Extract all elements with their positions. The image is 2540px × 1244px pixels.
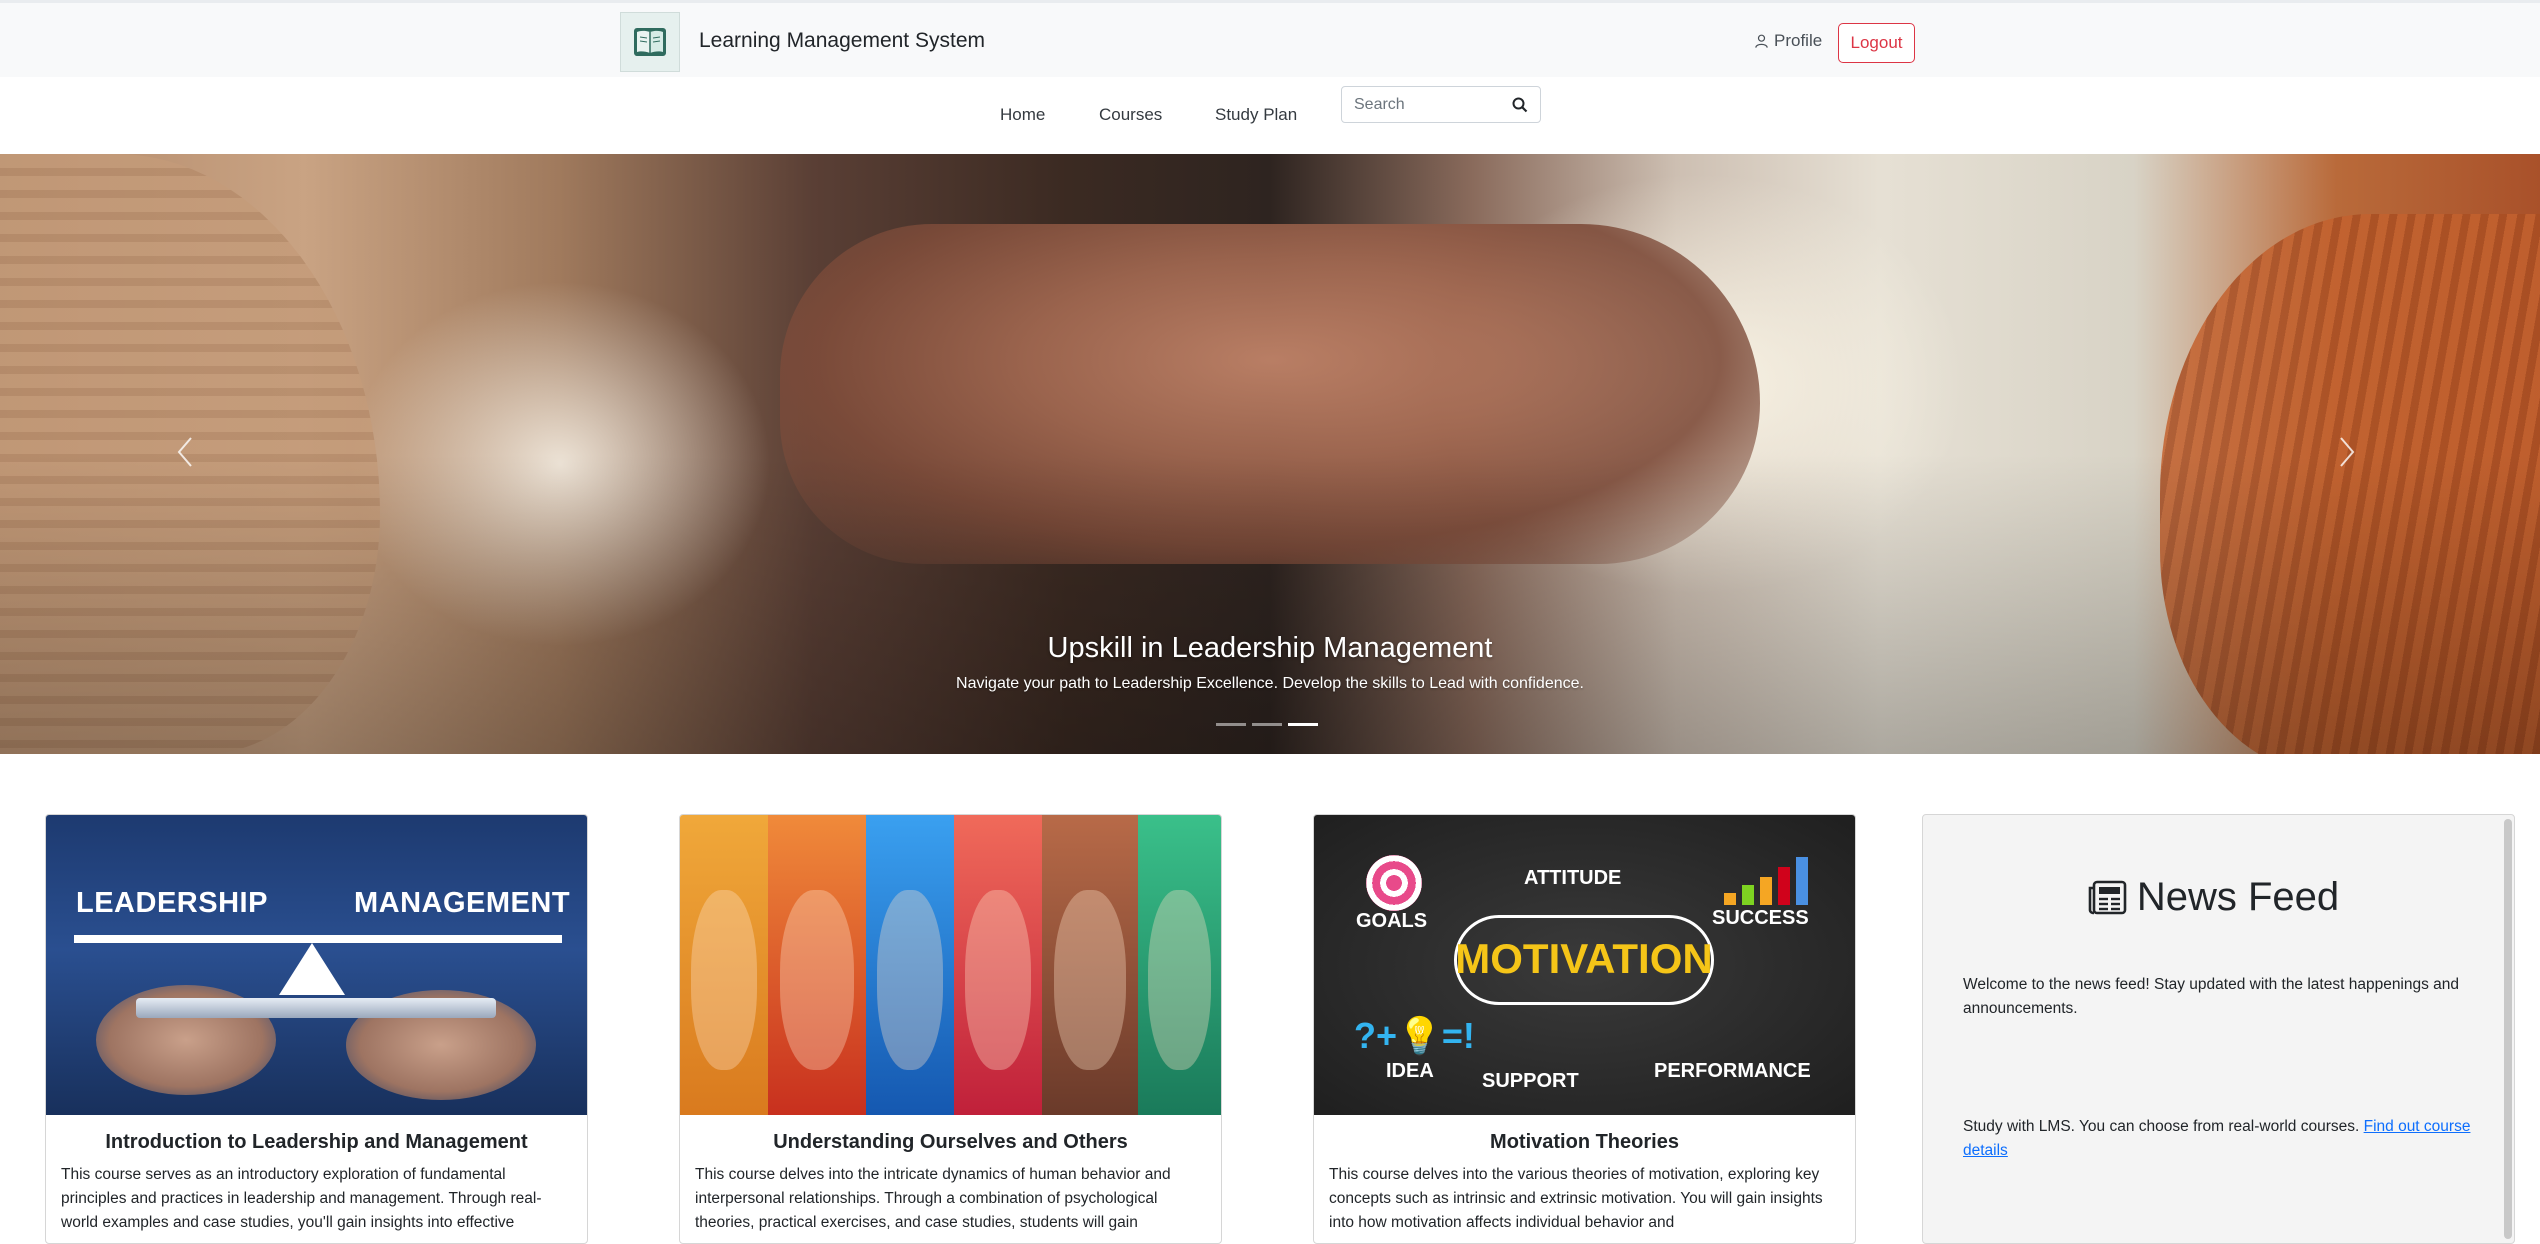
carousel-indicator-1[interactable] bbox=[1216, 723, 1246, 726]
course-image-leadership: LEADERSHIP MANAGEMENT bbox=[46, 815, 587, 1115]
logout-button[interactable]: Logout bbox=[1838, 23, 1915, 63]
hero-title: Upskill in Leadership Management bbox=[1047, 632, 1493, 664]
search-box bbox=[1341, 86, 1541, 123]
image-word-attitude: ATTITUDE bbox=[1524, 867, 1622, 889]
book-logo-icon[interactable] bbox=[620, 12, 680, 72]
course-image-faces bbox=[680, 815, 1221, 1115]
image-word-performance: PERFORMANCE bbox=[1654, 1060, 1811, 1082]
course-title[interactable]: Understanding Ourselves and Others bbox=[680, 1131, 1221, 1154]
search-icon[interactable] bbox=[1502, 87, 1538, 122]
image-word-support: SUPPORT bbox=[1482, 1070, 1579, 1092]
person-icon bbox=[1755, 34, 1768, 48]
app-title: Learning Management System bbox=[699, 29, 985, 52]
carousel-prev-icon[interactable] bbox=[165, 422, 205, 482]
hero-subtitle: Navigate your path to Leadership Excelle… bbox=[956, 675, 1584, 692]
image-word-leadership: LEADERSHIP bbox=[76, 887, 268, 919]
top-bar: Learning Management System Profile Logou… bbox=[0, 0, 2540, 77]
image-word-success: SUCCESS bbox=[1712, 907, 1809, 929]
hero-carousel: Upskill in Leadership Management Navigat… bbox=[0, 154, 2540, 754]
news-feed-heading: News Feed bbox=[1923, 875, 2503, 920]
chart-icon bbox=[1714, 855, 1814, 905]
image-word-goals: GOALS bbox=[1356, 910, 1428, 932]
image-word-management: MANAGEMENT bbox=[354, 887, 571, 919]
target-icon bbox=[1366, 855, 1422, 911]
course-title[interactable]: Introduction to Leadership and Managemen… bbox=[46, 1131, 587, 1154]
carousel-next-icon[interactable] bbox=[2327, 422, 2367, 482]
course-image-motivation: ?+💡=! MOTIVATION GOALS ATTITUDE SUCCESS … bbox=[1314, 815, 1855, 1115]
nav-item-courses[interactable]: Courses bbox=[1099, 97, 1162, 133]
course-card-understanding[interactable]: Understanding Ourselves and Others This … bbox=[679, 814, 1222, 1244]
course-card-leadership[interactable]: LEADERSHIP MANAGEMENT Introduction to Le… bbox=[45, 814, 588, 1244]
course-description: This course delves into the intricate dy… bbox=[695, 1166, 1171, 1231]
image-word-motivation: MOTIVATION bbox=[1455, 935, 1713, 982]
newspaper-icon bbox=[2088, 880, 2127, 914]
carousel-indicators bbox=[1216, 723, 1318, 726]
course-description: This course delves into the various theo… bbox=[1329, 1166, 1823, 1231]
course-description: This course serves as an introductory ex… bbox=[61, 1166, 542, 1231]
image-word-idea: IDEA bbox=[1386, 1060, 1434, 1082]
search-input[interactable] bbox=[1342, 95, 1502, 114]
carousel-indicator-2[interactable] bbox=[1252, 723, 1282, 726]
profile-link[interactable]: Profile bbox=[1754, 31, 1822, 51]
main-nav: Home Courses Study Plan bbox=[0, 77, 2540, 154]
course-card-motivation[interactable]: ?+💡=! MOTIVATION GOALS ATTITUDE SUCCESS … bbox=[1313, 814, 1856, 1244]
news-scrollbar[interactable] bbox=[2504, 819, 2512, 1239]
nav-item-home[interactable]: Home bbox=[1000, 97, 1045, 133]
news-feed-panel: News Feed Welcome to the news feed! Stay… bbox=[1922, 814, 2515, 1244]
profile-label: Profile bbox=[1774, 31, 1823, 50]
course-title[interactable]: Motivation Theories bbox=[1314, 1131, 1855, 1154]
idea-icon: ?+💡=! bbox=[1354, 1015, 1475, 1056]
news-feed-title: News Feed bbox=[2136, 875, 2340, 919]
news-welcome-text: Welcome to the news feed! Stay updated w… bbox=[1963, 976, 2460, 1017]
news-study-text: Study with LMS. You can choose from real… bbox=[1963, 1118, 2364, 1135]
news-study-item: Study with LMS. You can choose from real… bbox=[1963, 1115, 2473, 1163]
carousel-indicator-3[interactable] bbox=[1288, 723, 1318, 726]
nav-item-study-plan[interactable]: Study Plan bbox=[1215, 97, 1297, 133]
